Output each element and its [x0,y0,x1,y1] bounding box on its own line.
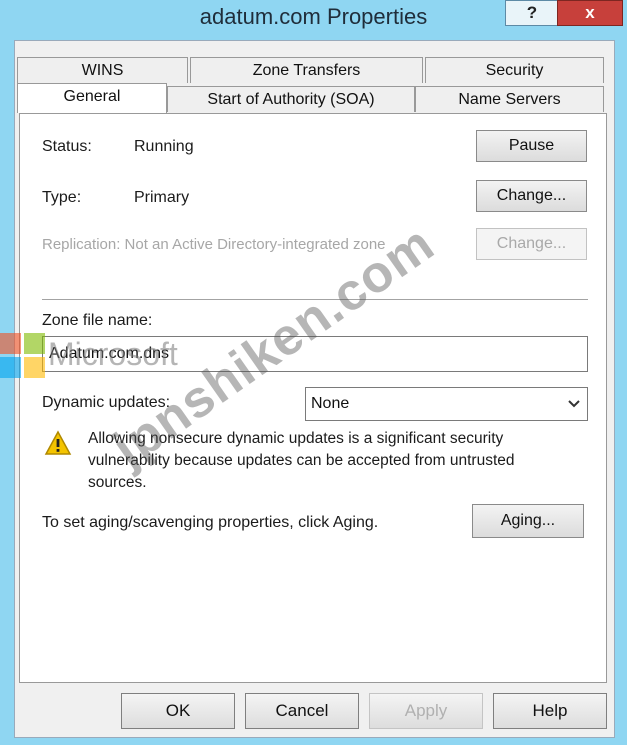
dynamic-updates-select[interactable]: None [305,387,588,421]
title-bar: adatum.com Properties ? x [0,0,627,38]
separator [42,299,588,300]
close-button[interactable]: x [557,0,623,26]
warning-icon [44,430,72,455]
dynamic-updates-label: Dynamic updates: [42,394,171,411]
warning-line-1: Allowing nonsecure dynamic updates is a … [88,430,504,447]
zone-file-name-input[interactable]: Adatum.com.dns [42,336,588,372]
warning-line-3: sources. [88,474,147,491]
status-value: Running [134,138,194,155]
type-value: Primary [134,189,190,206]
status-label: Status: [42,138,92,155]
tab-zone-transfers[interactable]: Zone Transfers [190,57,423,83]
pause-button[interactable]: Pause [476,130,587,162]
type-change-button[interactable]: Change... [476,180,587,212]
aging-button[interactable]: Aging... [472,504,584,538]
dynamic-updates-value: None [311,395,350,412]
ok-button[interactable]: OK [121,693,235,729]
tab-general[interactable]: General [17,83,167,113]
help-title-button[interactable]: ? [505,0,559,26]
replication-change-button[interactable]: Change... [476,228,587,260]
apply-button[interactable]: Apply [369,693,483,729]
tab-security[interactable]: Security [425,57,604,83]
aging-instructions: To set aging/scavenging properties, clic… [42,514,379,531]
type-label: Type: [42,189,82,206]
tab-wins[interactable]: WINS [17,57,188,83]
tab-start-of-authority[interactable]: Start of Authority (SOA) [167,86,415,112]
replication-text: Replication: Not an Active Directory-int… [42,236,386,253]
general-tab-panel: Status: Running Pause Type: Primary Chan… [19,113,607,683]
zone-file-label: Zone file name: [42,312,153,329]
chevron-down-icon [568,400,580,408]
help-button[interactable]: Help [493,693,607,729]
dialog-client-area: WINS Zone Transfers Security General Sta… [14,40,615,738]
properties-dialog: adatum.com Properties ? x WINS Zone Tran… [0,0,627,745]
cancel-button[interactable]: Cancel [245,693,359,729]
warning-line-2: vulnerability because updates can be acc… [88,452,515,469]
tab-name-servers[interactable]: Name Servers [415,86,604,112]
